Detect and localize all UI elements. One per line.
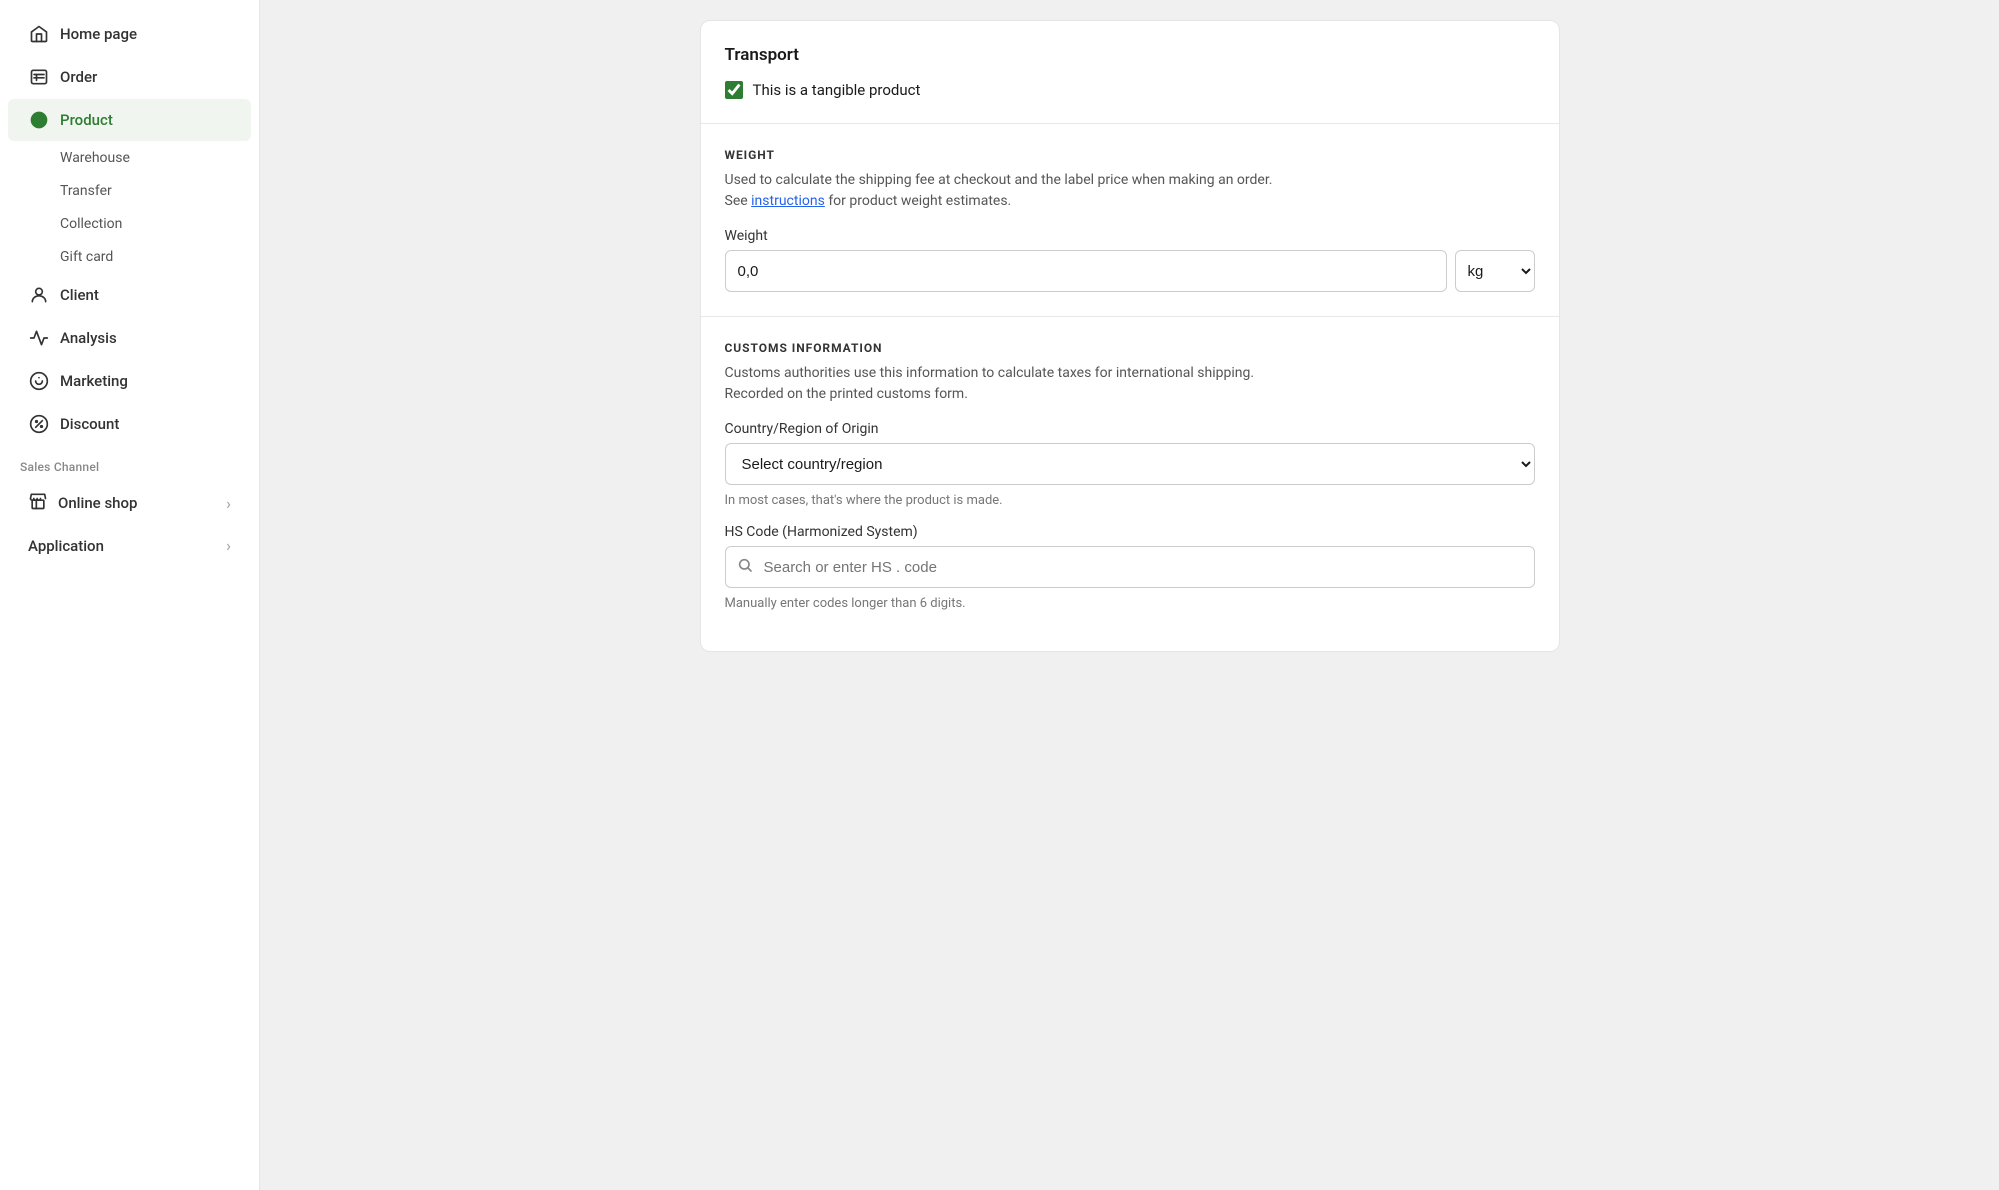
discount-icon [28, 413, 50, 435]
sidebar-item-home-page[interactable]: Home page [8, 13, 251, 55]
customs-heading: CUSTOMS INFORMATION [725, 341, 1535, 355]
transport-card: Transport This is a tangible product WEI… [700, 20, 1560, 652]
home-icon [28, 23, 50, 45]
tangible-product-row: This is a tangible product [725, 81, 1535, 99]
weight-unit-select[interactable]: kg lb oz g [1455, 250, 1535, 292]
client-icon [28, 284, 50, 306]
tangible-product-label: This is a tangible product [753, 81, 921, 99]
country-field-label: Country/Region of Origin [725, 421, 1535, 437]
search-icon [737, 557, 753, 577]
country-hint: In most cases, that's where the product … [725, 493, 1535, 508]
hs-code-input[interactable] [725, 546, 1535, 588]
main-content: Transport This is a tangible product WEI… [260, 0, 1999, 1190]
weight-heading: WEIGHT [725, 148, 1535, 162]
sidebar-item-client[interactable]: Client [8, 274, 251, 316]
sidebar-sub-item-gift-card[interactable]: Gift card [8, 241, 251, 273]
weight-section: WEIGHT Used to calculate the shipping fe… [701, 124, 1559, 317]
sidebar-item-label: Discount [60, 415, 119, 433]
hs-code-field-label: HS Code (Harmonized System) [725, 524, 1535, 540]
sidebar-item-discount[interactable]: Discount [8, 403, 251, 445]
sidebar-item-marketing[interactable]: Marketing [8, 360, 251, 402]
transport-section: Transport This is a tangible product [701, 21, 1559, 124]
instructions-link[interactable]: instructions [751, 193, 825, 209]
customs-section: CUSTOMS INFORMATION Customs authorities … [701, 317, 1559, 651]
sidebar-sub-item-transfer[interactable]: Transfer [8, 175, 251, 207]
sidebar-sub-item-collection[interactable]: Collection [8, 208, 251, 240]
content-area: Transport This is a tangible product WEI… [680, 0, 1580, 688]
customs-description: Customs authorities use this information… [725, 363, 1535, 405]
sidebar-item-analysis[interactable]: Analysis [8, 317, 251, 359]
sidebar-item-label: Product [60, 111, 113, 129]
sidebar-item-label: Order [60, 68, 97, 86]
order-icon [28, 66, 50, 88]
chevron-right-icon: › [226, 536, 231, 555]
sidebar-item-order[interactable]: Order [8, 56, 251, 98]
product-icon [28, 109, 50, 131]
online-shop-left: Online shop [28, 491, 137, 515]
sales-channel-section-label: Sales Channel [0, 446, 259, 480]
transport-title: Transport [725, 45, 1535, 65]
sidebar-item-label: Client [60, 286, 99, 304]
chevron-right-icon: › [226, 494, 231, 513]
marketing-icon [28, 370, 50, 392]
shop-icon [28, 491, 48, 515]
sidebar-item-online-shop[interactable]: Online shop › [8, 481, 251, 525]
hs-code-field-wrapper [725, 546, 1535, 588]
weight-field-label: Weight [725, 228, 1535, 244]
sidebar-item-label: Marketing [60, 372, 128, 390]
weight-input[interactable] [725, 250, 1447, 292]
country-select[interactable]: Select country/region [725, 443, 1535, 485]
sidebar-item-product[interactable]: Product [8, 99, 251, 141]
sidebar-sub-item-warehouse[interactable]: Warehouse [8, 142, 251, 174]
hs-code-hint: Manually enter codes longer than 6 digit… [725, 596, 1535, 611]
sidebar-item-label: Application [28, 537, 104, 555]
tangible-product-checkbox[interactable] [725, 81, 743, 99]
sidebar: Home page Order Product Warehouse Transf… [0, 0, 260, 1190]
weight-description: Used to calculate the shipping fee at ch… [725, 170, 1535, 212]
weight-input-row: kg lb oz g [725, 250, 1535, 292]
sidebar-item-label: Home page [60, 25, 137, 43]
application-left: Application [28, 537, 104, 555]
sidebar-item-label: Analysis [60, 329, 117, 347]
sidebar-item-application[interactable]: Application › [8, 526, 251, 565]
sidebar-item-label: Online shop [58, 494, 137, 512]
analysis-icon [28, 327, 50, 349]
